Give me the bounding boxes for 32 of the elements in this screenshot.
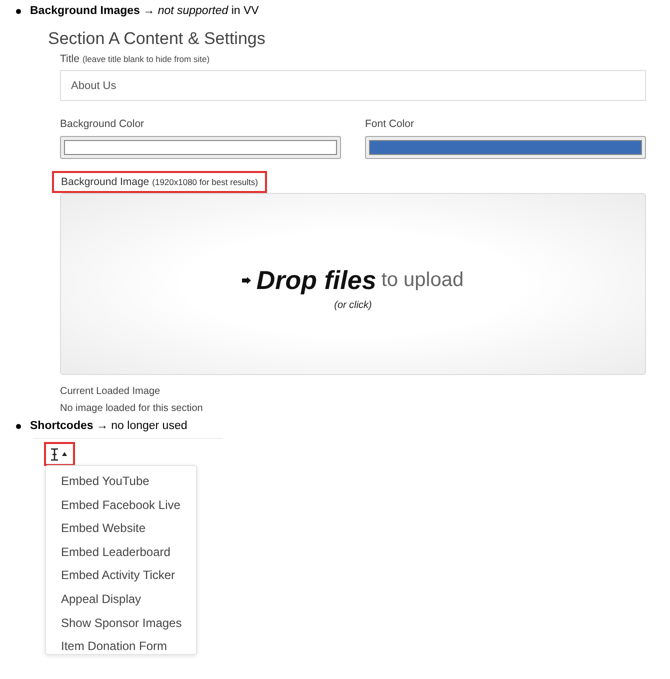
cursor-dropdown-button[interactable] [44, 442, 75, 466]
field-label: Background Color [60, 118, 144, 130]
menu-item[interactable]: Item Donation Form [46, 635, 196, 659]
field-label: Background Image [61, 176, 150, 188]
caret-icon [62, 452, 67, 456]
dropzone[interactable]: Drop files to upload (or click) [60, 193, 646, 375]
title-field[interactable]: About Us [60, 70, 646, 101]
note-text: Shortcodes → no longer used [30, 420, 188, 432]
field-hint: (leave title blank to hide from site) [82, 54, 210, 64]
click-hint: (or click) [334, 300, 372, 311]
color-field[interactable] [60, 136, 341, 159]
color-field[interactable] [365, 136, 646, 159]
menu-item[interactable]: Embed Activity Ticker [46, 564, 196, 588]
upload-text: to upload [381, 269, 464, 292]
field-label: Current Loaded Image [60, 386, 162, 397]
text-cursor-icon [50, 448, 59, 460]
menu-item[interactable]: Embed YouTube [46, 470, 196, 494]
bullet-icon [16, 8, 21, 14]
status-text: No image loaded for this section [60, 403, 204, 414]
field-hint: (1920x1080 for best results) [152, 177, 258, 187]
menu-item[interactable]: Show Sponsor Images [46, 612, 196, 636]
bullet-icon [16, 424, 21, 428]
field-label: Font Color [365, 118, 414, 130]
menu-item[interactable]: Appeal Display [46, 588, 196, 612]
arrow-icon [242, 277, 252, 284]
menu-item[interactable]: Embed Facebook Live [46, 494, 196, 518]
note-text: Background Images → not supported in VV [30, 5, 259, 17]
menu-item[interactable]: Embed Leaderboard [46, 540, 196, 564]
section-heading: Section A Content & Settings [48, 29, 266, 50]
drop-text: Drop files [256, 265, 376, 296]
field-label: Title [60, 53, 80, 65]
menu-item[interactable]: Embed Website [46, 517, 196, 541]
